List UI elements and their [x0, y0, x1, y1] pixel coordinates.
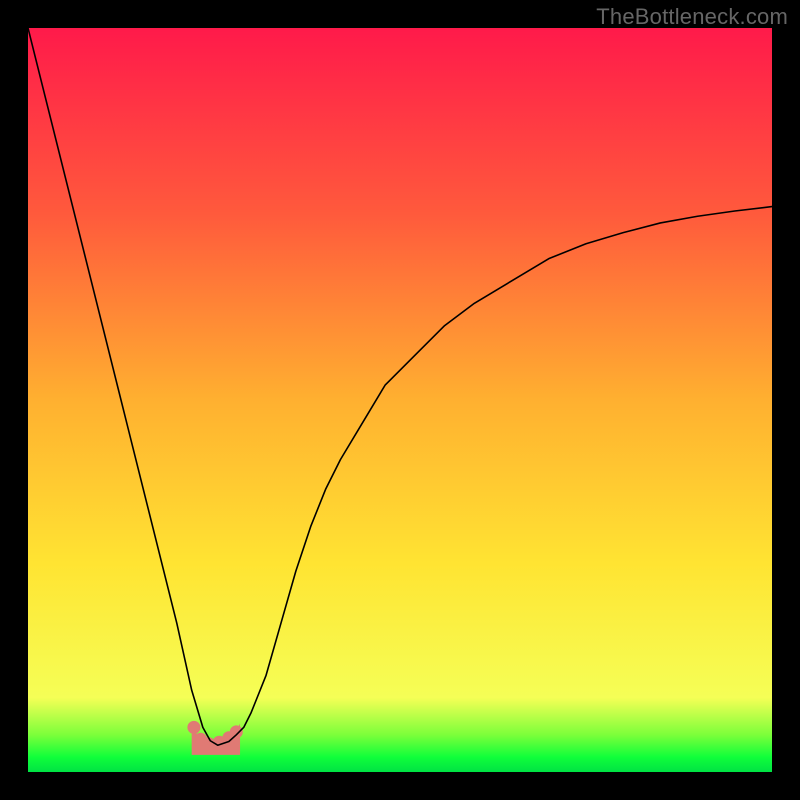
plot-area — [28, 28, 772, 772]
highlight-marker — [230, 725, 243, 738]
highlight-marker — [187, 721, 200, 734]
gradient-background — [28, 28, 772, 772]
watermark-text: TheBottleneck.com — [596, 4, 788, 30]
chart-svg — [28, 28, 772, 772]
chart-frame: TheBottleneck.com — [0, 0, 800, 800]
